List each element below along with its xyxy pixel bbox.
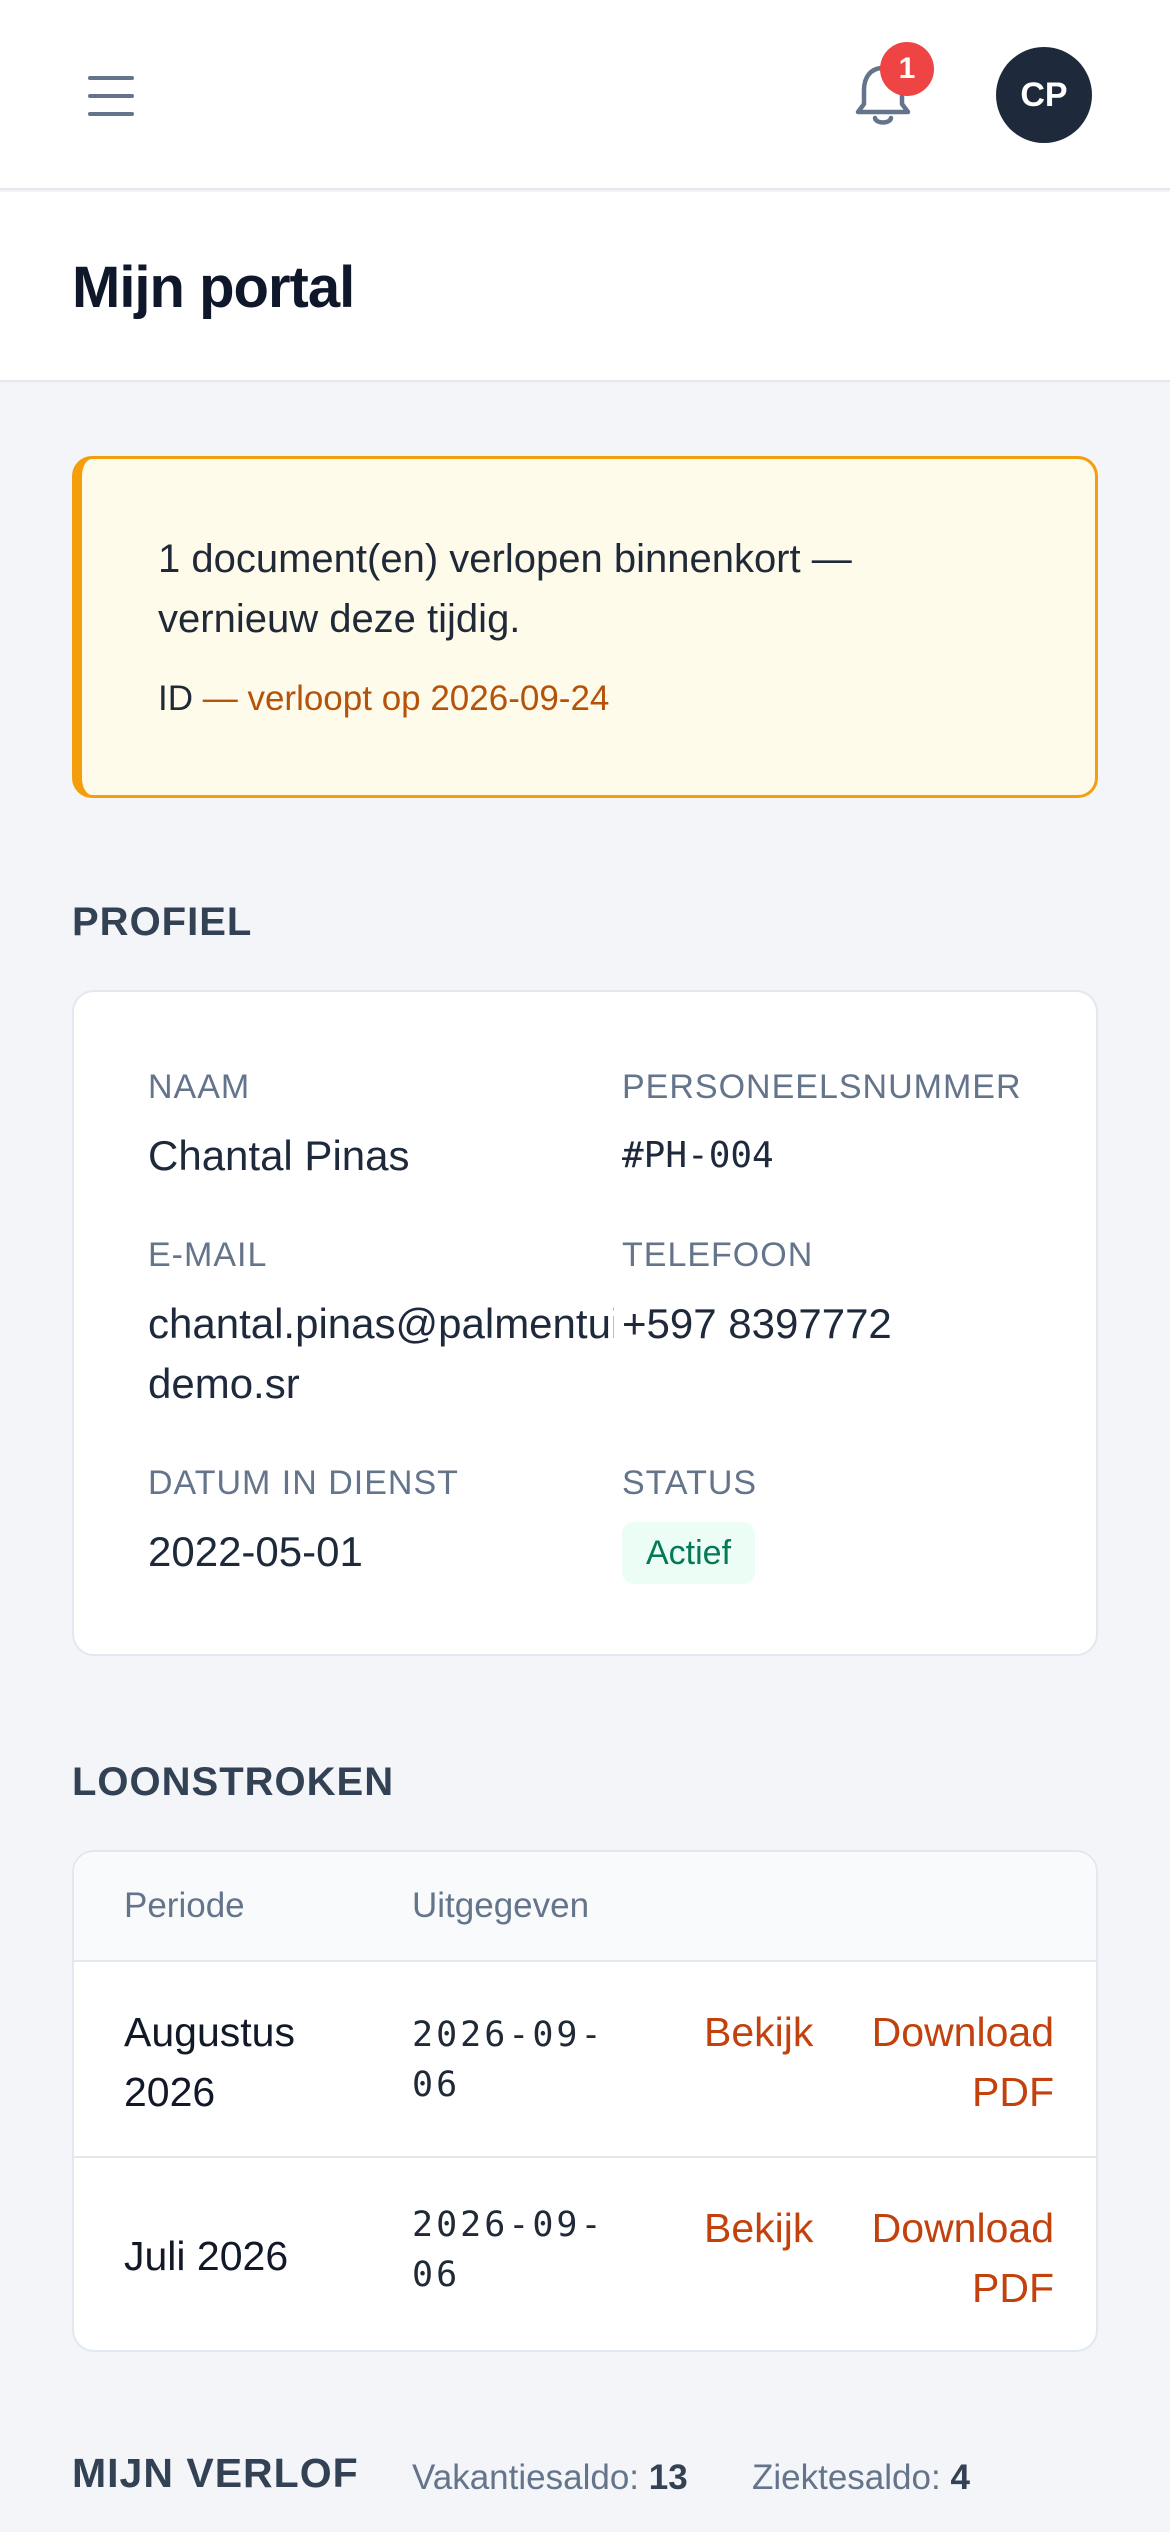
page-title: Mijn portal xyxy=(72,255,355,320)
avatar[interactable]: CP xyxy=(996,47,1092,143)
sick-balance: Ziektesaldo: 4 xyxy=(752,2458,970,2498)
email-line-2: demo.sr xyxy=(148,1360,300,1407)
table-row: Augustus 2026 2026-09-06 Bekijk Download… xyxy=(74,1964,1096,2158)
payslips-section-title: LOONSTROKEN xyxy=(72,1760,395,1804)
row-issued: 2026-09-06 xyxy=(412,2205,605,2295)
profile-card: NAAM Chantal Pinas PERSONEELSNUMMER #PH-… xyxy=(72,990,1098,1656)
sick-balance-value: 4 xyxy=(950,2458,970,2497)
start-date-value: 2022-05-01 xyxy=(148,1528,363,1575)
status-label: STATUS xyxy=(622,1464,758,1502)
row-issued: 2026-09-06 xyxy=(412,2015,605,2105)
row-period: Juli 2026 xyxy=(124,2233,289,2279)
leave-section-title: MIJN VERLOF xyxy=(72,2450,359,2496)
alert-expiry: — verloopt op 2026-09-24 xyxy=(193,679,610,718)
hamburger-icon[interactable] xyxy=(88,76,140,116)
alert-document: ID xyxy=(158,679,193,718)
expiry-alert: 1 document(en) verlopen binnenkort — ver… xyxy=(72,456,1098,798)
name-label: NAAM xyxy=(148,1068,251,1106)
download-pdf-link[interactable]: Download PDF xyxy=(854,2198,1054,2318)
view-payslip-link[interactable]: Bekijk xyxy=(704,2002,813,2062)
alert-detail: ID — verloopt op 2026-09-24 xyxy=(158,679,609,719)
vacation-balance-value: 13 xyxy=(648,2458,688,2497)
employee-number-value: #PH-004 xyxy=(622,1135,774,1176)
vacation-balance-label: Vakantiesaldo: xyxy=(412,2458,640,2497)
notification-badge: 1 xyxy=(880,42,934,96)
table-row: Juli 2026 2026-09-06 Bekijk Download PDF xyxy=(74,2160,1096,2354)
alert-message: 1 document(en) verlopen binnenkort — ver… xyxy=(158,537,852,641)
view-payslip-link[interactable]: Bekijk xyxy=(704,2198,813,2258)
start-date-label: DATUM IN DIENST xyxy=(148,1464,459,1502)
download-pdf-link[interactable]: Download PDF xyxy=(854,2002,1054,2122)
phone-label: TELEFOON xyxy=(622,1236,814,1274)
profile-section-title: PROFIEL xyxy=(72,900,253,944)
vacation-balance: Vakantiesaldo: 13 xyxy=(412,2458,688,2498)
payslips-table: Periode Uitgegeven Augustus 2026 2026-09… xyxy=(72,1850,1098,2352)
page-header: Mijn portal xyxy=(0,192,1170,382)
email-value: chantal.pinas@palmentuin- demo.sr xyxy=(148,1294,658,1414)
table-header: Periode Uitgegeven xyxy=(74,1852,1096,1962)
phone-value: +597 8397772 xyxy=(614,1294,892,1354)
email-label: E-MAIL xyxy=(148,1236,268,1274)
row-period: Augustus 2026 xyxy=(124,2009,295,2115)
column-period: Periode xyxy=(124,1886,245,1925)
name-value: Chantal Pinas xyxy=(148,1132,410,1179)
sick-balance-label: Ziektesaldo: xyxy=(752,2458,941,2497)
top-bar: 1 CP xyxy=(0,0,1170,190)
status-badge: Actief xyxy=(622,1522,756,1584)
email-line-1: chantal.pinas@palmentuin- xyxy=(148,1300,658,1347)
column-issued: Uitgegeven xyxy=(412,1886,590,1925)
employee-number-label: PERSONEELSNUMMER xyxy=(622,1068,1022,1106)
